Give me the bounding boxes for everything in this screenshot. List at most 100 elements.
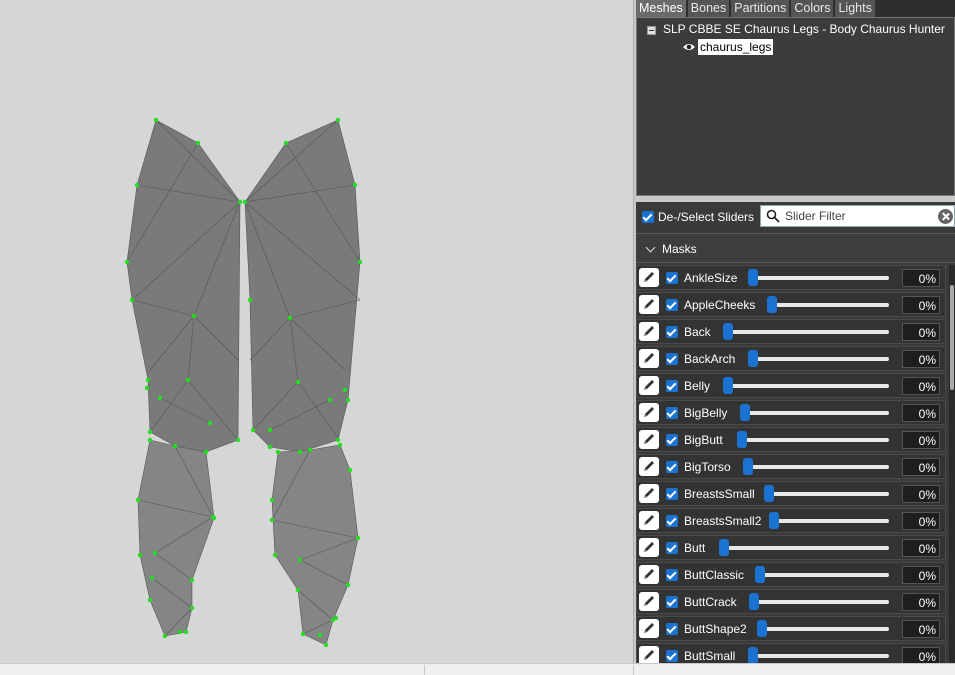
pencil-edit-button[interactable]	[639, 565, 659, 584]
collapse-toggle-icon[interactable]	[647, 26, 656, 35]
tab-lights[interactable]: Lights	[835, 0, 876, 17]
slider-thumb[interactable]	[748, 647, 758, 663]
slider-track[interactable]	[770, 303, 889, 307]
slider-checkbox[interactable]	[666, 299, 678, 311]
pencil-edit-button[interactable]	[639, 538, 659, 557]
slider-scrollbar[interactable]	[949, 265, 955, 663]
slider-checkbox[interactable]	[666, 650, 678, 662]
tree-root-label[interactable]: SLP CBBE SE Chaurus Legs - Body Chaurus …	[663, 22, 945, 36]
slider-checkbox[interactable]	[666, 326, 678, 338]
slider-checkbox[interactable]	[666, 569, 678, 581]
pencil-edit-button[interactable]	[639, 457, 659, 476]
slider-track[interactable]	[726, 330, 889, 334]
masks-header[interactable]: Masks	[636, 233, 955, 263]
slider-row: ButtShape2 0%	[636, 616, 946, 641]
pencil-edit-button[interactable]	[639, 430, 659, 449]
pencil-edit-button[interactable]	[639, 484, 659, 503]
pencil-edit-button[interactable]	[639, 619, 659, 638]
slider-filter-input[interactable]	[785, 208, 925, 224]
tab-bones[interactable]: Bones	[687, 0, 731, 17]
pencil-icon	[644, 326, 654, 336]
slider-track[interactable]	[752, 600, 889, 604]
slider-checkbox[interactable]	[666, 272, 678, 284]
tab-partitions[interactable]: Partitions	[731, 0, 791, 17]
slider-value[interactable]: 0%	[902, 404, 940, 422]
pencil-icon	[644, 569, 654, 579]
3d-viewport[interactable]	[0, 0, 633, 663]
pencil-edit-button[interactable]	[639, 322, 659, 341]
slider-track[interactable]	[740, 438, 889, 442]
slider-track[interactable]	[751, 357, 889, 361]
slider-thumb[interactable]	[748, 269, 758, 286]
slider-track[interactable]	[767, 492, 889, 496]
tab-meshes[interactable]: Meshes	[636, 0, 687, 17]
slider-track[interactable]	[743, 411, 889, 415]
slider-value[interactable]: 0%	[902, 377, 940, 395]
pencil-edit-button[interactable]	[639, 511, 659, 530]
slider-checkbox[interactable]	[666, 353, 678, 365]
vertex-point	[275, 449, 281, 455]
slider-row: ButtSmall 0%	[636, 643, 946, 663]
slider-value[interactable]: 0%	[902, 323, 940, 341]
slider-value[interactable]: 0%	[902, 485, 940, 503]
slider-thumb[interactable]	[769, 512, 779, 529]
slider-value[interactable]: 0%	[902, 593, 940, 611]
slider-checkbox[interactable]	[666, 488, 678, 500]
slider-track[interactable]	[722, 546, 889, 550]
slider-thumb[interactable]	[743, 458, 753, 475]
tree-mesh-item[interactable]: chaurus_legs	[698, 39, 774, 55]
slider-filter-box	[760, 205, 955, 227]
slider-thumb[interactable]	[755, 566, 765, 583]
slider-value[interactable]: 0%	[902, 620, 940, 638]
slider-value[interactable]: 0%	[902, 566, 940, 584]
slider-checkbox[interactable]	[666, 542, 678, 554]
slider-track[interactable]	[760, 627, 889, 631]
slider-value[interactable]: 0%	[902, 512, 940, 530]
slider-thumb[interactable]	[723, 377, 733, 394]
slider-thumb[interactable]	[723, 323, 733, 340]
pencil-edit-button[interactable]	[639, 646, 659, 663]
pencil-edit-button[interactable]	[639, 295, 659, 314]
slider-track[interactable]	[751, 654, 889, 658]
slider-value[interactable]: 0%	[902, 539, 940, 557]
slider-thumb[interactable]	[748, 350, 758, 367]
pencil-edit-button[interactable]	[639, 376, 659, 395]
slider-track[interactable]	[751, 276, 889, 280]
slider-thumb[interactable]	[757, 620, 767, 637]
slider-value[interactable]: 0%	[902, 458, 940, 476]
slider-checkbox[interactable]	[666, 461, 678, 473]
deselect-sliders-checkbox[interactable]	[642, 211, 654, 223]
slider-track[interactable]	[726, 384, 889, 388]
slider-value[interactable]: 0%	[902, 350, 940, 368]
slider-value[interactable]: 0%	[902, 431, 940, 449]
slider-thumb[interactable]	[740, 404, 750, 421]
pencil-edit-button[interactable]	[639, 349, 659, 368]
slider-track[interactable]	[772, 519, 889, 523]
slider-track[interactable]	[758, 573, 889, 577]
slider-checkbox[interactable]	[666, 434, 678, 446]
slider-checkbox[interactable]	[666, 623, 678, 635]
pencil-edit-button[interactable]	[639, 592, 659, 611]
slider-value[interactable]: 0%	[902, 269, 940, 287]
slider-thumb[interactable]	[764, 485, 774, 502]
scroll-thumb[interactable]	[950, 285, 954, 390]
slider-thumb[interactable]	[719, 539, 729, 556]
slider-value[interactable]: 0%	[902, 647, 940, 663]
slider-checkbox[interactable]	[666, 380, 678, 392]
pencil-edit-button[interactable]	[639, 268, 659, 287]
vertex-point	[210, 514, 216, 520]
slider-checkbox[interactable]	[666, 407, 678, 419]
slider-thumb[interactable]	[749, 593, 759, 610]
slider-checkbox[interactable]	[666, 596, 678, 608]
slider-thumb[interactable]	[737, 431, 747, 448]
clear-filter-icon[interactable]	[938, 209, 953, 224]
slider-name: BreastsSmall2	[684, 514, 762, 528]
slider-thumb[interactable]	[767, 296, 777, 313]
slider-track[interactable]	[746, 465, 889, 469]
slider-checkbox[interactable]	[666, 515, 678, 527]
tab-colors[interactable]: Colors	[791, 0, 835, 17]
slider-row: BackArch 0%	[636, 346, 946, 371]
pencil-edit-button[interactable]	[639, 403, 659, 422]
slider-value[interactable]: 0%	[902, 296, 940, 314]
eye-icon[interactable]	[682, 42, 696, 52]
